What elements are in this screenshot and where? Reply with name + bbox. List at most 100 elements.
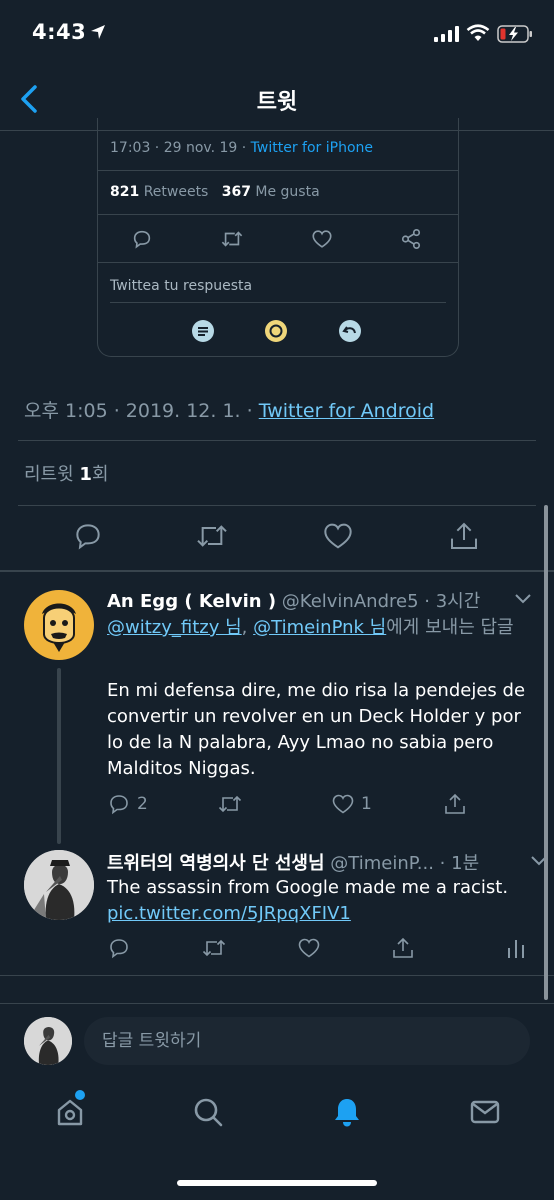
analytics-icon: [508, 940, 524, 958]
retweet-icon: [202, 939, 226, 957]
author-handle[interactable]: @KelvinAndre5: [282, 591, 419, 612]
divider: [98, 262, 458, 263]
author-handle[interactable]: @TimeinP...: [330, 853, 434, 874]
like-button[interactable]: 1: [331, 792, 372, 816]
tweet-text: The assassin from Google made me a racis…: [107, 875, 527, 927]
like-icon: [298, 938, 320, 958]
share-icon: [401, 229, 421, 249]
location-arrow-icon: [91, 25, 105, 39]
embedded-reply-field: Twittea tu respuesta: [110, 278, 253, 294]
avatar[interactable]: [24, 850, 94, 920]
keyboard-list-icon: [192, 320, 214, 342]
embedded-meta: 17:03 · 29 nov. 19 · Twitter for iPhone: [110, 140, 373, 156]
divider: [0, 1003, 554, 1004]
divider: [18, 505, 536, 506]
tweet-text: En mi defensa dire, me dio risa la pende…: [107, 680, 526, 779]
divider: [18, 440, 536, 441]
reply-time: · 3시간: [418, 591, 481, 612]
search-icon[interactable]: [192, 1096, 224, 1128]
retweet-button[interactable]: [201, 936, 227, 960]
reply-compose-input[interactable]: 답글 트윗하기: [84, 1017, 530, 1065]
mention-link[interactable]: @witzy_fitzy 님: [107, 617, 242, 638]
avatar: [24, 1017, 72, 1065]
reply-count: 2: [137, 794, 148, 814]
reply-time: · 1분: [433, 853, 480, 874]
tweet-text-body: The assassin from Google made me a racis…: [107, 877, 509, 898]
reply-button[interactable]: 2: [107, 792, 148, 816]
keyboard-undo-icon: [339, 320, 361, 342]
reply-header: 트위터의 역병의사 단 선생님 @TimeinP... · 1분: [107, 849, 479, 875]
tweet-actions: [0, 520, 554, 556]
tweet-meta: 오후 1:05 · 2019. 12. 1. · Twitter for And…: [24, 396, 434, 423]
reply-icon: [133, 230, 151, 249]
embedded-stats: 821 Retweets 367 Me gusta: [110, 184, 320, 200]
media-link[interactable]: pic.twitter.com/5JRpqXFIV1: [107, 903, 351, 924]
embedded-actions: [98, 228, 458, 252]
retweet-icon[interactable]: [195, 520, 229, 552]
notifications-bell-icon[interactable]: [331, 1096, 363, 1128]
messages-envelope-icon[interactable]: [469, 1096, 501, 1128]
reply-header: An Egg ( Kelvin ) @KelvinAndre5 · 3시간: [107, 587, 480, 613]
page-title: 트윗: [256, 90, 298, 115]
tweet-source-link[interactable]: Twitter for Android: [259, 400, 434, 422]
retweet-count[interactable]: 리트윗 1회: [24, 460, 109, 486]
author-name[interactable]: 트위터의 역병의사 단 선생님: [107, 853, 325, 874]
keyboard-circle-icon: [265, 320, 287, 342]
chevron-down-icon[interactable]: [514, 591, 532, 605]
home-icon[interactable]: [54, 1096, 86, 1128]
share-button[interactable]: [443, 792, 467, 816]
mention-separator: ,: [241, 617, 254, 638]
embedded-time: 17:03 · 29 nov. 19 ·: [110, 140, 251, 156]
embedded-source: Twitter for iPhone: [250, 140, 374, 156]
wifi-icon: [466, 24, 490, 41]
clock: 4:43: [32, 20, 87, 44]
reply-actions: 2 1: [107, 792, 527, 818]
retweet-button[interactable]: [217, 792, 243, 816]
plague-doctor-photo-icon: [24, 850, 94, 920]
tweet-datetime: 오후 1:05 · 2019. 12. 1. ·: [24, 400, 259, 422]
cellular-signal-icon: [434, 26, 459, 42]
share-icon[interactable]: [448, 520, 480, 552]
battery-charging-icon: [497, 25, 532, 43]
divider: [0, 975, 554, 976]
like-icon: [332, 794, 354, 814]
retweet-icon: [218, 795, 242, 813]
user-photo-icon: [24, 1017, 72, 1065]
share-icon: [445, 793, 465, 814]
notification-dot: [75, 1090, 85, 1100]
thread-line: [57, 668, 61, 844]
mention-link[interactable]: @TimeinPnk 님: [253, 617, 386, 638]
embedded-retweets-label: Retweets: [143, 184, 209, 200]
like-icon[interactable]: [322, 520, 354, 552]
analytics-button[interactable]: [505, 936, 527, 960]
avatar[interactable]: [24, 590, 94, 660]
share-icon: [393, 937, 413, 958]
retweet-icon: [221, 231, 243, 247]
embedded-likes-label: Me gusta: [255, 184, 320, 200]
divider: [98, 170, 458, 171]
replying-to: @witzy_fitzy 님, @TimeinPnk 님에게 보내는 답글: [107, 614, 532, 641]
reply-icon: [110, 939, 128, 959]
reply-icon[interactable]: [72, 520, 104, 552]
retweet-count-num: 1: [79, 464, 92, 485]
divider: [110, 302, 446, 303]
embedded-image-card[interactable]: 17:03 · 29 nov. 19 · Twitter for iPhone …: [97, 118, 459, 357]
reply-button[interactable]: [107, 936, 131, 960]
reply-actions: [107, 936, 537, 962]
like-button[interactable]: [297, 936, 321, 960]
author-name[interactable]: An Egg ( Kelvin ): [107, 591, 276, 612]
status-bar: 4:43: [0, 0, 554, 68]
divider: [98, 214, 458, 215]
retweet-count-suffix: 회: [91, 464, 109, 485]
divider: [0, 570, 554, 572]
replying-to-suffix: 에게 보내는 답글: [386, 617, 514, 638]
like-count: 1: [361, 794, 372, 814]
home-indicator[interactable]: [177, 1180, 377, 1186]
egg-face-icon: [42, 603, 76, 652]
retweet-count-label: 리트윗: [24, 464, 80, 485]
scrollbar[interactable]: [544, 505, 548, 1000]
like-icon: [312, 230, 332, 248]
embedded-likes-num: 367: [221, 184, 251, 200]
share-button[interactable]: [391, 936, 415, 960]
embedded-retweets-num: 821: [110, 184, 140, 200]
